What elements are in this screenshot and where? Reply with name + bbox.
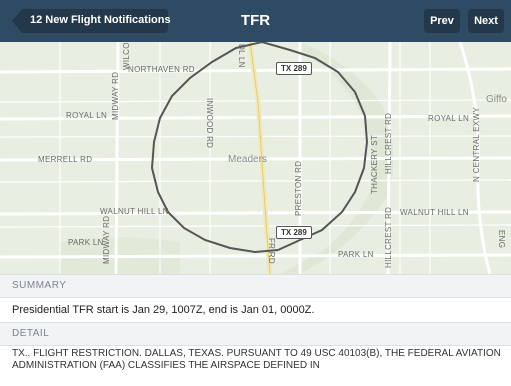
road-label-merrell: MERRELL RD <box>38 155 93 164</box>
road-label-preston: PRESTON RD <box>294 160 303 216</box>
road-label-hillcrest-upper: HILLCREST RD <box>384 112 393 174</box>
highway-shield-bottom: TX 289 <box>276 226 312 239</box>
highway-shield-top: TX 289 <box>276 62 312 75</box>
road-label-dl: DL LN <box>237 44 246 68</box>
summary-text: Presidential TFR start is Jan 29, 1007Z,… <box>12 304 315 316</box>
road-label-royal-left: ROYAL LN <box>66 111 108 120</box>
road-label-midway-upper: MIDWAY RD <box>111 71 120 120</box>
road-label-midway-lower: MIDWAY RD <box>102 215 111 264</box>
road-label-inwood: INWOOD RD <box>205 98 214 149</box>
place-label-meaders: Meaders <box>228 154 267 165</box>
road-label-royal-right: ROYAL LN <box>428 114 470 123</box>
prev-button[interactable]: Prev <box>424 9 460 33</box>
road-label-park-right: PARK LN <box>338 250 374 259</box>
road-label-walnut-hill-left: WALNUT HILL LN <box>100 207 169 216</box>
road-label-park-left: PARK LN <box>68 238 104 247</box>
next-button[interactable]: Next <box>468 9 504 33</box>
summary-section-header: SUMMARY <box>0 274 511 298</box>
road-label-central: N CENTRAL EXWY <box>472 106 481 182</box>
tfr-map[interactable]: NORTHAVEN RD ROYAL LN ROYAL LN MERRELL R… <box>0 42 511 274</box>
detail-header-label: DETAIL <box>12 328 50 339</box>
summary-header-label: SUMMARY <box>12 280 67 291</box>
detail-section-header: DETAIL <box>0 322 511 346</box>
road-label-northaven: NORTHAVEN RD <box>128 65 195 74</box>
road-label-eng: ENG <box>497 230 506 249</box>
road-label-hillcrest-lower: HILLCREST RD <box>384 206 393 268</box>
detail-text: TX.. FLIGHT RESTRICTION. DALLAS, TEXAS. … <box>12 348 501 371</box>
place-label-giffo: Giffo <box>486 94 507 105</box>
top-nav-bar: 12 New Flight Notifications TFR Prev Nex… <box>0 0 511 42</box>
road-label-wilco: WILCO <box>122 42 131 70</box>
road-label-walnut-hill-right: WALNUT HILL LN <box>400 208 469 217</box>
road-label-fr: FR RD <box>267 238 276 264</box>
road-label-thackery: THACKERY ST <box>370 134 379 194</box>
